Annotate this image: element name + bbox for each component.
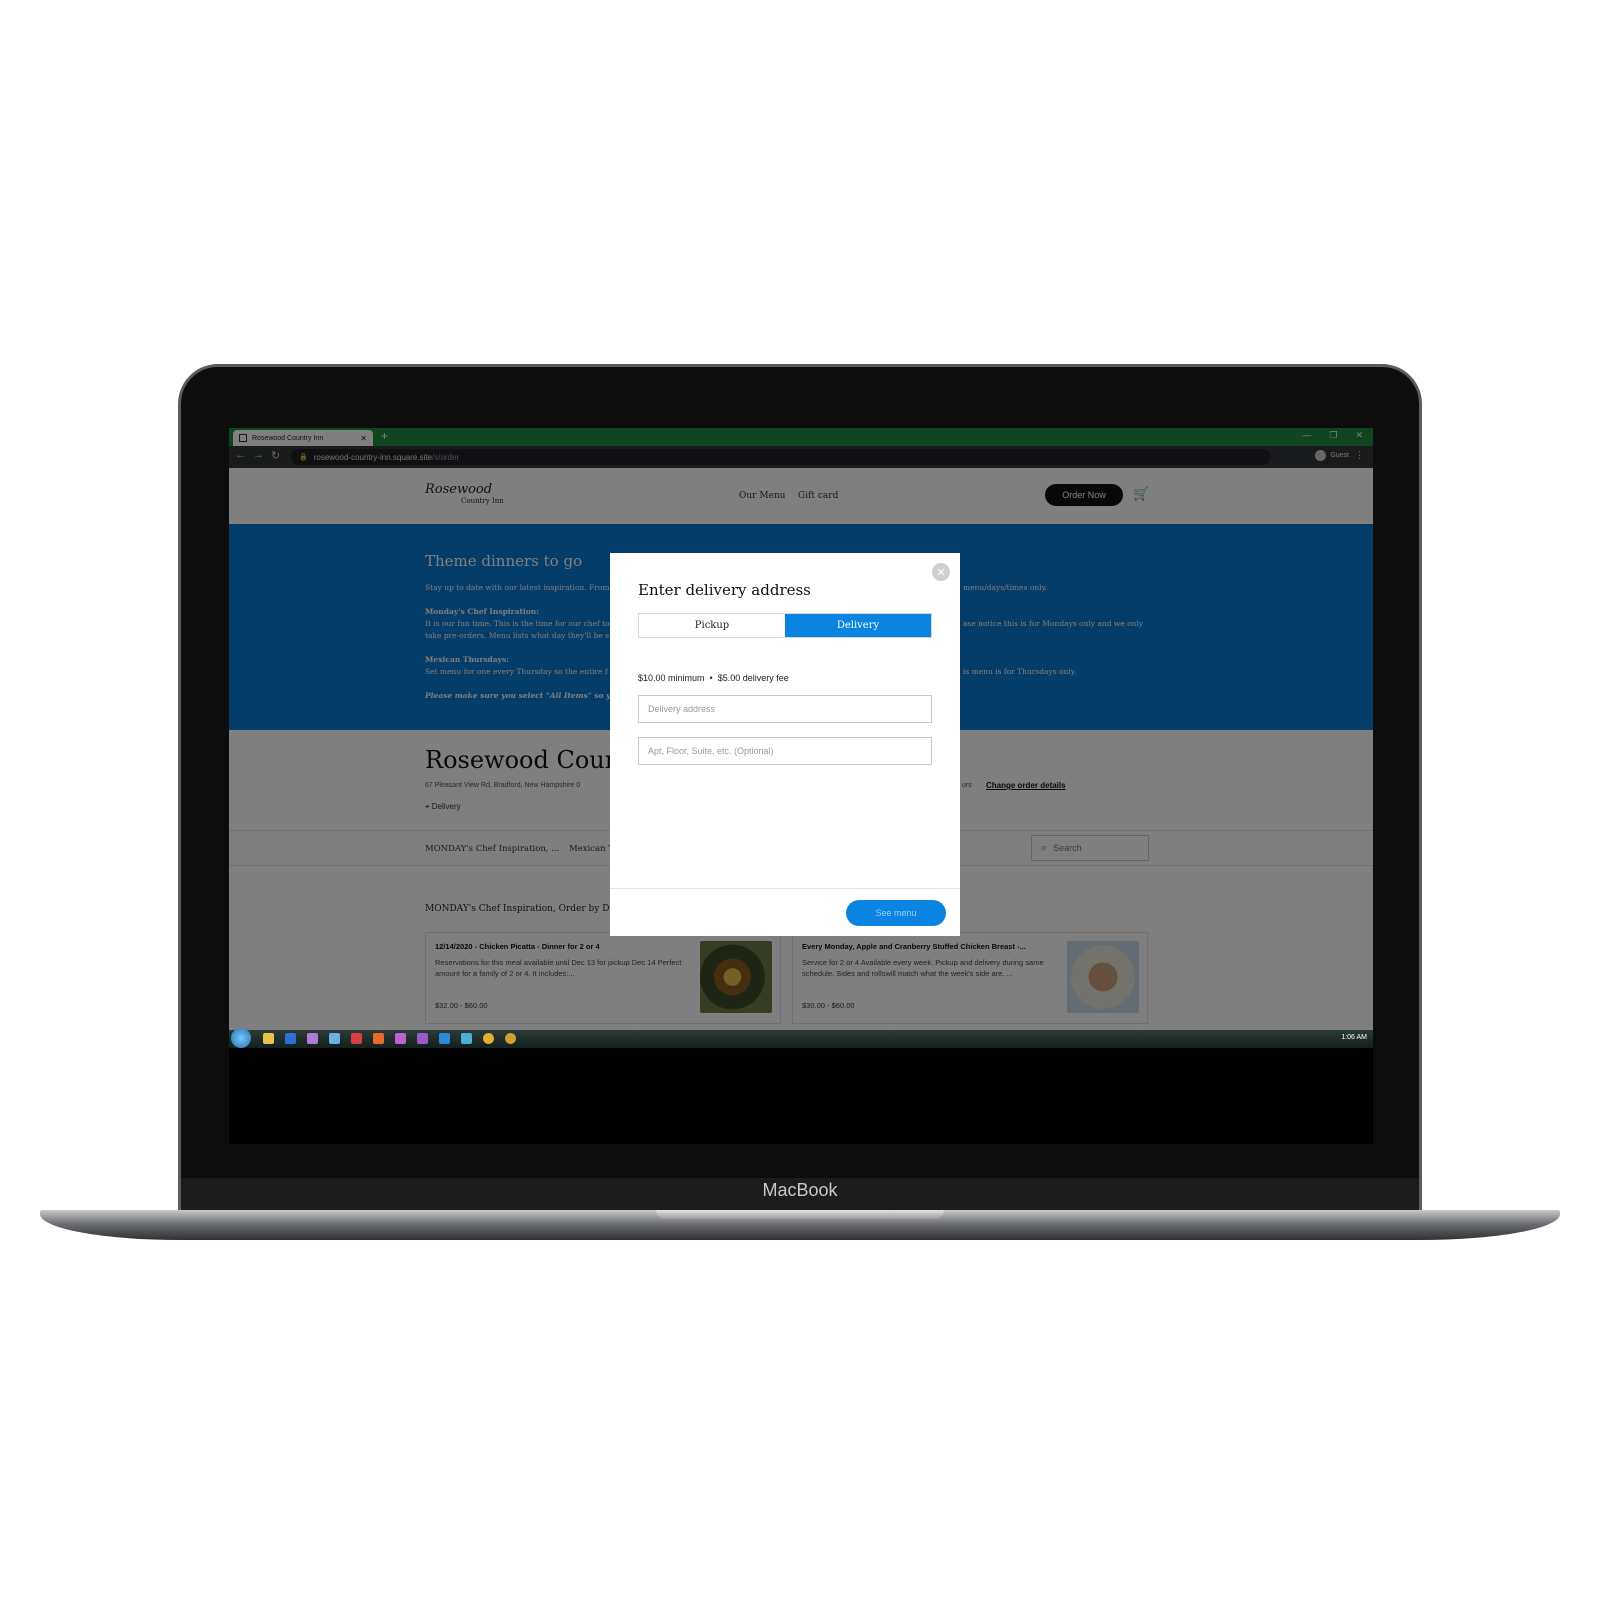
file-explorer-icon[interactable] — [263, 1033, 274, 1044]
dialog-footer: See menu — [610, 888, 960, 937]
delivery-fee: $5.00 delivery fee — [717, 673, 789, 683]
screen: Rosewood Country Inn ✕ + — ❐ ✕ ← → ↻ 🔒 r… — [229, 428, 1373, 1144]
chrome-icon[interactable] — [505, 1033, 516, 1044]
delivery-address-placeholder: Delivery address — [648, 704, 716, 714]
start-button-icon[interactable] — [231, 1028, 251, 1048]
apt-suite-placeholder: Apt, Floor, Suite, etc. (Optional) — [648, 746, 774, 756]
delivery-address-dialog: ✕ Enter delivery address Pickup Delivery… — [610, 553, 960, 936]
app-icon[interactable] — [461, 1033, 472, 1044]
separator: • — [709, 673, 713, 683]
close-icon[interactable]: ✕ — [932, 563, 950, 581]
app-icon[interactable] — [373, 1033, 384, 1044]
delivery-tab[interactable]: Delivery — [785, 614, 931, 637]
see-menu-button[interactable]: See menu — [846, 900, 946, 926]
minimum-order: $10.00 minimum — [638, 673, 705, 683]
laptop-notch — [656, 1210, 944, 1219]
vscode-icon[interactable] — [439, 1033, 450, 1044]
chrome-icon[interactable] — [483, 1033, 494, 1044]
delivery-terms: $10.00 minimum • $5.00 delivery fee — [638, 673, 789, 683]
app-icon[interactable] — [351, 1033, 362, 1044]
fulfillment-toggle: Pickup Delivery — [638, 613, 932, 638]
os-taskbar: 1:06 AM — [229, 1028, 1373, 1048]
apt-suite-input[interactable]: Apt, Floor, Suite, etc. (Optional) — [638, 737, 932, 765]
dialog-title: Enter delivery address — [638, 581, 811, 599]
app-icon[interactable] — [395, 1033, 406, 1044]
app-icon[interactable] — [285, 1033, 296, 1044]
app-icon[interactable] — [329, 1033, 340, 1044]
pickup-tab[interactable]: Pickup — [639, 614, 785, 637]
app-icon[interactable] — [417, 1033, 428, 1044]
taskbar-clock: 1:06 AM — [1341, 1034, 1367, 1041]
app-icon[interactable] — [307, 1033, 318, 1044]
device-brand: MacBook — [762, 1180, 838, 1200]
delivery-address-input[interactable]: Delivery address — [638, 695, 932, 723]
